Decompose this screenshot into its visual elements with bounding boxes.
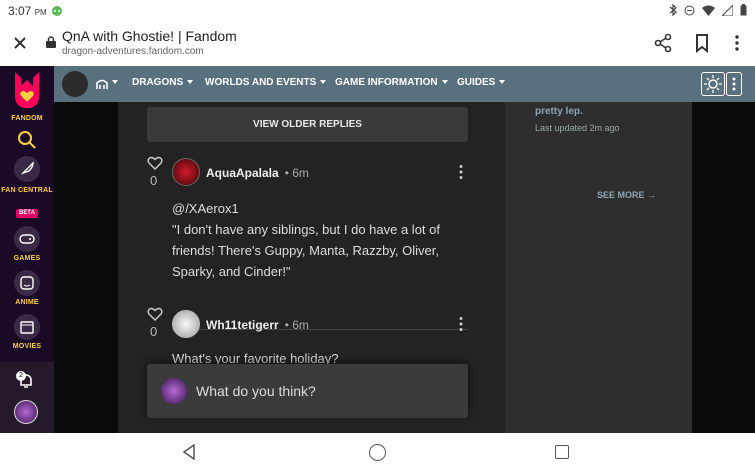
author-name[interactable]: Wh11tetigerr	[206, 318, 279, 332]
status-bar: 3:07 PM	[0, 0, 755, 22]
reply-line: "I don't have any siblings, but I do hav…	[172, 222, 440, 237]
more-vertical-icon	[732, 77, 736, 91]
games-label: GAMES	[13, 255, 41, 262]
reply-body: What's your favorite holiday?	[172, 352, 472, 364]
reply-line: friends! There's Guppy, Manta, Razzby, O…	[172, 243, 439, 258]
community-header: DRAGONS WORLDS AND EVENTS GAME INFORMATI…	[54, 66, 755, 102]
like-heart-icon[interactable]	[147, 155, 163, 171]
author-avatar[interactable]	[172, 310, 200, 338]
reply-time: • 6m	[284, 166, 309, 180]
reply-line: @/XAerox1	[172, 201, 239, 216]
movies-label: MOVIES	[12, 343, 42, 350]
sun-icon	[704, 75, 722, 93]
dnd-icon	[684, 5, 695, 15]
page-url[interactable]: dragon-adventures.fandom.com	[62, 46, 204, 57]
close-tab-button[interactable]	[10, 33, 30, 53]
compose-placeholder[interactable]: What do you think?	[196, 383, 316, 399]
recents-icon[interactable]	[555, 445, 569, 459]
page-title: QnA with Ghostie! | Fandom	[62, 28, 237, 44]
compose-avatar	[161, 378, 187, 404]
browser-menu-button[interactable]	[727, 33, 747, 53]
notification-count-badge: 2	[16, 371, 26, 381]
theme-toggle-button[interactable]	[701, 72, 725, 96]
right-rail: pretty lep. Last updated 2m ago SEE MORE…	[505, 102, 692, 433]
bookmark-button[interactable]	[692, 33, 712, 53]
fan-central-label: FAN CENTRAL	[1, 187, 53, 194]
arrow-right-icon: →	[647, 190, 657, 200]
fan-central-button[interactable]	[14, 156, 40, 182]
film-icon	[20, 321, 34, 334]
nav-game-information[interactable]: GAME INFORMATION	[335, 77, 448, 88]
status-icons	[669, 4, 747, 16]
reply-options-icon[interactable]	[458, 164, 464, 180]
last-updated: Last updated 2m ago	[535, 123, 620, 133]
reply-author: Wh11tetigerr • 6m	[206, 318, 309, 332]
fandom-logo-icon[interactable]	[12, 72, 42, 110]
rail-snippet: pretty lep.	[535, 106, 583, 117]
beta-badge: BETA	[16, 209, 38, 218]
browser-toolbar: QnA with Ghostie! | Fandom dragon-advent…	[0, 22, 755, 66]
reply-author: AquaApalala • 6m	[206, 166, 309, 180]
comment-compose-box[interactable]: What do you think?	[147, 364, 468, 418]
lock-icon	[46, 36, 56, 48]
gamepad-icon	[19, 234, 35, 244]
anime-button[interactable]	[14, 270, 40, 296]
reply-body: @/XAerox1 "I don't have any siblings, bu…	[172, 198, 472, 282]
author-avatar[interactable]	[172, 158, 200, 186]
reply-line: What's your favorite holiday?	[172, 352, 339, 364]
nav-worlds-and-events[interactable]: WORLDS AND EVENTS	[205, 77, 327, 88]
fandom-label: FANDOM	[11, 115, 43, 122]
home-icon[interactable]	[369, 444, 386, 461]
view-older-replies-button[interactable]: VIEW OLDER REPLIES	[147, 107, 468, 142]
reply-line: Sparky, and Cinder!"	[172, 264, 291, 279]
like-count: 0	[150, 324, 158, 339]
like-heart-icon[interactable]	[147, 306, 163, 322]
battery-icon	[740, 4, 747, 16]
anime-label: ANIME	[15, 299, 39, 306]
like-count: 0	[150, 173, 158, 188]
status-time: 3:07 PM	[8, 4, 47, 18]
see-more-link[interactable]: SEE MORE →	[597, 190, 656, 200]
reply-time: • 6m	[284, 318, 309, 332]
system-navigation-bar	[0, 433, 755, 472]
screen: 3:07 PM QnA with Ghostie! | Fandom drago…	[0, 0, 755, 472]
nav-dragons[interactable]: DRAGONS	[132, 77, 194, 88]
community-logo[interactable]	[62, 71, 88, 97]
bluetooth-icon	[669, 4, 677, 16]
wifi-icon	[702, 5, 715, 16]
reply-options-icon[interactable]	[458, 316, 464, 332]
page-content: DRAGONS WORLDS AND EVENTS GAME INFORMATI…	[54, 66, 755, 433]
search-icon[interactable]	[17, 130, 37, 150]
wiki-menu-icon[interactable]	[96, 78, 108, 90]
wiki-menu-caret[interactable]	[108, 77, 118, 88]
rocket-icon	[21, 161, 34, 175]
fandom-sidebar: FANDOM FAN CENTRAL BETA GAMES ANIME MOVI…	[0, 66, 54, 433]
user-avatar[interactable]	[14, 400, 38, 424]
games-button[interactable]	[14, 226, 40, 252]
back-icon[interactable]	[181, 444, 197, 460]
nav-guides[interactable]: GUIDES	[457, 77, 506, 88]
android-icon	[52, 6, 62, 16]
movies-button[interactable]	[14, 314, 40, 340]
signal-icon	[722, 4, 733, 16]
anime-face-icon	[20, 276, 34, 290]
author-name[interactable]: AquaApalala	[206, 166, 279, 180]
share-button[interactable]	[653, 33, 673, 53]
community-more-button[interactable]	[726, 72, 742, 96]
